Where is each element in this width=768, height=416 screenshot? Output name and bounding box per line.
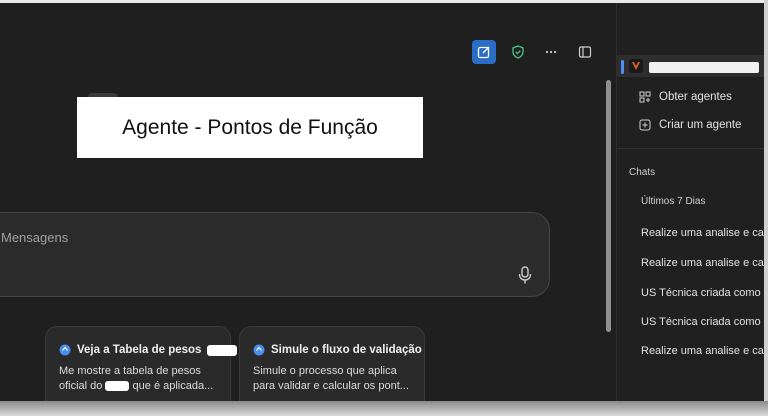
toggle-sidebar-button[interactable] [573, 40, 597, 64]
sidebar-item-get-agents[interactable]: Obter agentes [639, 91, 732, 103]
sidebar-divider [617, 148, 765, 149]
main-area: Agente - Pontos de Função Mensagens Veja… [0, 3, 604, 401]
chat-item[interactable]: US Técnica criada como que [641, 316, 765, 328]
grid-add-icon [639, 91, 651, 103]
more-options-button[interactable] [539, 40, 563, 64]
suggestion-card-weights-table[interactable]: Veja a Tabela de pesos Me mostre a tabel… [45, 326, 238, 401]
chat-item[interactable]: US Técnica criada como que [641, 287, 765, 299]
chat-item[interactable]: Realize uma analise e calcu [641, 345, 765, 357]
shield-check-icon [512, 45, 524, 59]
agent-logo-icon [629, 59, 643, 73]
chat-item[interactable]: Realize uma analise e calcu [641, 227, 765, 239]
composer-placeholder: Mensagens [1, 230, 69, 245]
ellipsis-icon [545, 50, 557, 54]
card-title: Veja a Tabela de pesos [59, 344, 238, 356]
sidebar: Obter agentes Criar um agente Chats Últi… [616, 3, 765, 401]
main-scrollbar[interactable] [606, 80, 611, 332]
redacted-text [207, 344, 238, 356]
compose-icon [477, 46, 490, 59]
chats-heading: Chats [629, 167, 656, 178]
copilot-chat-icon [59, 344, 71, 356]
chat-item[interactable]: Realize uma analise e calcu [641, 257, 765, 269]
agent-name-redacted [649, 62, 759, 73]
card-title: Simule o fluxo de validação [253, 344, 422, 356]
window-bottom-border [0, 401, 768, 416]
message-composer[interactable]: Mensagens [0, 212, 550, 297]
plus-square-icon [639, 119, 651, 131]
microphone-icon[interactable] [516, 265, 534, 285]
security-button[interactable] [506, 40, 530, 64]
new-chat-button[interactable] [472, 40, 496, 64]
card-description: Simule o processo que aplica para valida… [253, 365, 409, 392]
suggestion-card-validation-flow[interactable]: Simule o fluxo de validação Simule o pro… [239, 326, 425, 401]
copilot-chat-icon [253, 344, 265, 356]
card-description: Me mostre a tabela de pesos oficial do q… [59, 365, 214, 392]
period-label: Últimos 7 Dias [641, 196, 706, 207]
window-right-border [764, 0, 768, 416]
redacted-text [105, 381, 130, 392]
sidebar-panel-icon [578, 46, 592, 58]
selection-indicator [621, 60, 624, 74]
sidebar-item-create-agent[interactable]: Criar um agente [639, 119, 741, 131]
page-title: Agente - Pontos de Função [77, 97, 423, 158]
